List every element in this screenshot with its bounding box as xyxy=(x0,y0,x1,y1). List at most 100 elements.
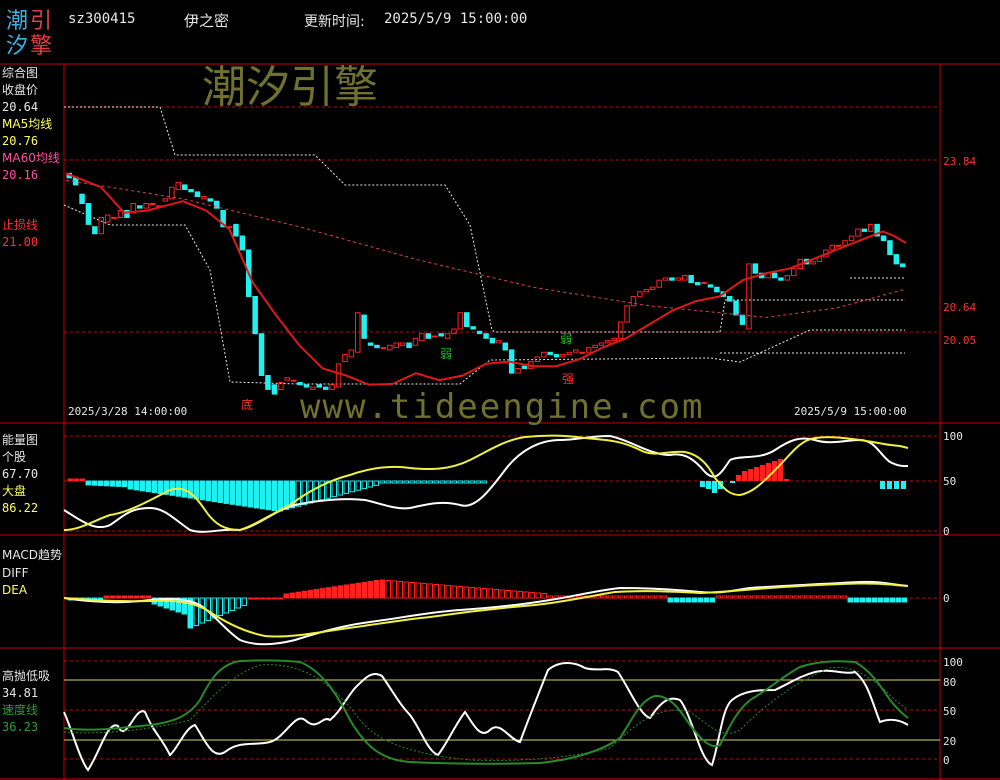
energy-bar xyxy=(79,478,85,482)
kdj-tick-100: 100 xyxy=(943,656,963,669)
candle xyxy=(573,349,579,353)
macd-bar xyxy=(877,597,883,603)
candle xyxy=(771,272,778,279)
macd-bar xyxy=(781,595,787,599)
ma5-value: 20.76 xyxy=(2,134,38,148)
macd-bar xyxy=(145,595,151,599)
macd-bar xyxy=(289,592,295,599)
candle xyxy=(662,277,669,281)
candle xyxy=(143,203,149,209)
macd-bar xyxy=(733,595,739,599)
macd-bar xyxy=(115,595,121,599)
energy-bar xyxy=(415,480,421,484)
candle xyxy=(252,296,258,335)
main-title: 综合图 xyxy=(2,65,38,80)
energy-stock-value: 67.70 xyxy=(2,467,38,481)
energy-bar xyxy=(712,481,717,493)
candle xyxy=(451,328,457,335)
kdj-value: 34.81 xyxy=(2,686,38,700)
candle xyxy=(412,337,419,346)
energy-bar xyxy=(91,480,97,486)
macd-bar xyxy=(253,597,259,600)
macd-bar xyxy=(379,579,385,599)
macd-bar xyxy=(349,583,355,599)
energy-bar xyxy=(469,480,475,484)
marker-bottom: 底 xyxy=(241,397,253,412)
macd-bar xyxy=(427,583,433,599)
energy-bar xyxy=(880,481,885,489)
energy-bar xyxy=(127,480,133,490)
energy-bar xyxy=(397,480,403,484)
macd-bar xyxy=(769,595,775,599)
energy-bar xyxy=(145,480,151,493)
macd-bar xyxy=(409,582,415,599)
energy-bar xyxy=(367,480,373,488)
macd-bar xyxy=(109,595,115,599)
candle xyxy=(707,284,714,288)
main-envelope xyxy=(63,106,905,385)
candle xyxy=(502,342,508,351)
macd-bar xyxy=(127,595,133,599)
energy-tick-100: 100 xyxy=(943,430,963,443)
macd-bar xyxy=(625,595,631,599)
energy-bar xyxy=(445,480,451,484)
end-date-label: 2025/5/9 15:00:00 xyxy=(794,405,907,418)
energy-bar xyxy=(403,480,409,484)
macd-bar xyxy=(865,597,871,603)
energy-bar xyxy=(313,480,319,502)
candle xyxy=(829,244,835,251)
candle xyxy=(406,342,412,349)
main-grid xyxy=(64,106,940,333)
candle xyxy=(675,277,682,281)
candle xyxy=(868,223,874,232)
energy-tick-0: 0 xyxy=(943,525,950,538)
ma60-value: 20.16 xyxy=(2,168,38,182)
watermark-brand: 潮汐引擎 xyxy=(202,62,378,113)
macd-bar xyxy=(415,582,421,599)
candle xyxy=(656,279,662,288)
macd-bar xyxy=(355,582,361,599)
ma60-line xyxy=(65,179,907,318)
candle xyxy=(726,296,733,302)
energy-bar xyxy=(451,480,457,484)
macd-title: MACD趋势 xyxy=(2,548,62,562)
macd-bar xyxy=(433,584,439,599)
candle xyxy=(297,382,303,386)
energy-bar xyxy=(271,480,277,512)
candle xyxy=(515,368,521,374)
macd-bar xyxy=(631,595,637,599)
energy-bar xyxy=(887,481,892,489)
macd-bar xyxy=(313,589,319,599)
ma60-line-group xyxy=(65,179,907,318)
macd-bar xyxy=(619,595,625,599)
price-tick-high: 23.84 xyxy=(943,155,976,168)
energy-market-value: 86.22 xyxy=(2,501,38,515)
macd-bar xyxy=(463,586,469,599)
candle xyxy=(162,198,169,202)
macd-bar xyxy=(475,587,481,599)
candle xyxy=(701,282,707,284)
energy-bar xyxy=(385,480,391,484)
macd-bar xyxy=(535,592,541,599)
price-tick-low: 20.05 xyxy=(943,334,976,347)
energy-bar xyxy=(742,471,747,481)
candle xyxy=(483,333,489,339)
candle xyxy=(367,342,374,346)
kdj-green-line xyxy=(63,659,909,765)
macd-bar xyxy=(259,597,265,600)
macd-bar xyxy=(403,581,409,599)
energy-bar xyxy=(901,481,906,489)
macd-bar xyxy=(235,597,241,609)
energy-bar xyxy=(337,480,343,496)
macd-bar xyxy=(247,597,253,600)
candle xyxy=(258,333,265,377)
candle xyxy=(464,312,470,328)
macd-bar xyxy=(715,595,721,599)
macd-dea-label: DEA xyxy=(2,583,28,597)
candle xyxy=(784,275,791,281)
macd-bar xyxy=(673,597,679,603)
energy-bar xyxy=(748,469,753,481)
macd-bar xyxy=(847,597,853,603)
macd-bar xyxy=(385,580,391,599)
candle xyxy=(630,296,637,307)
